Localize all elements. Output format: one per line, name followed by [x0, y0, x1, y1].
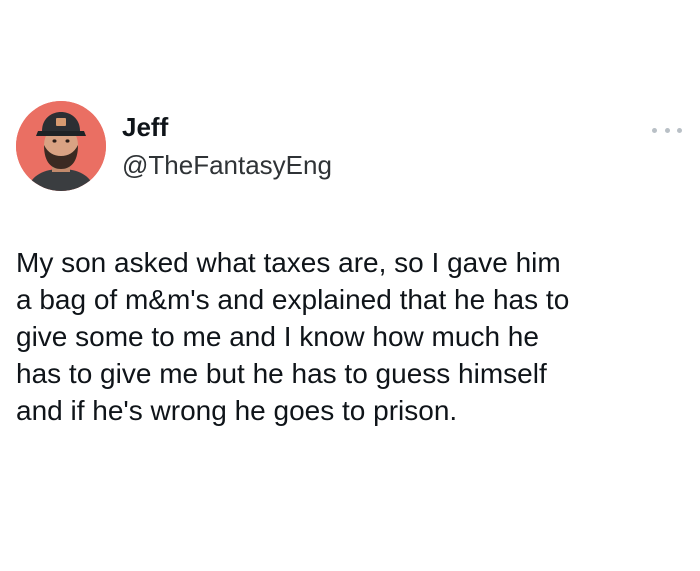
author-handle[interactable]: @TheFantasyEng	[122, 150, 332, 180]
more-options-icon[interactable]	[652, 124, 682, 136]
more-dot	[677, 127, 682, 133]
profile-photo-icon	[16, 101, 106, 191]
more-dot	[664, 127, 670, 133]
avatar[interactable]	[16, 101, 106, 191]
tweet-text: My son asked what taxes are, so I gave h…	[16, 247, 570, 426]
tweet-card: Jeff @TheFantasyEng My son asked what ta…	[0, 0, 700, 571]
author-display-name[interactable]: Jeff	[122, 112, 168, 142]
more-dot	[652, 127, 657, 133]
